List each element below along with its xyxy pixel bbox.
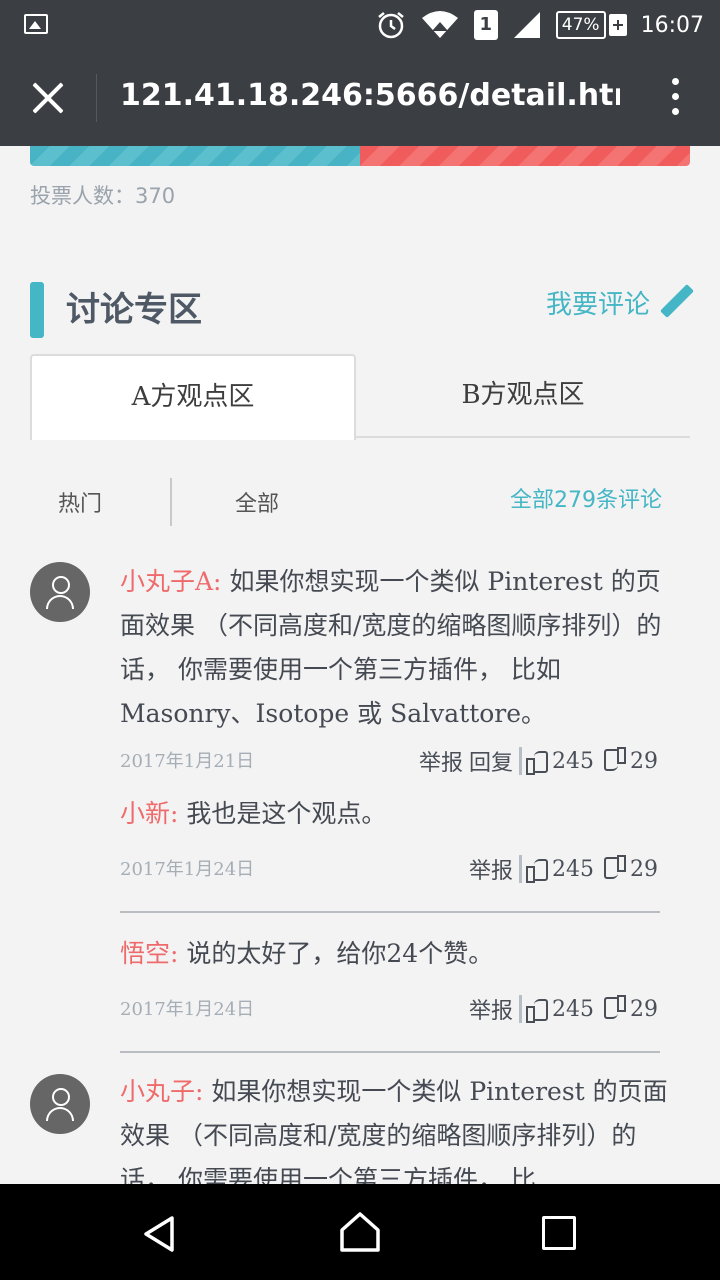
comment-text: 小丸子A: 如果你想实现一个类似 Pinterest 的页面效果 （不同高度和/…: [120, 560, 680, 736]
more-vert-icon[interactable]: [672, 78, 680, 118]
comment-author[interactable]: 悟空:: [120, 939, 178, 968]
comment-meta: 2017年1月24日 举报 245 29: [120, 853, 660, 885]
comment-date: 2017年1月24日: [120, 859, 255, 880]
filter-divider: [170, 478, 172, 526]
avatar[interactable]: [30, 1074, 90, 1134]
battery-icon: 47%: [555, 11, 627, 39]
battery-level: 47%: [555, 11, 606, 39]
vote-progress-bar: [30, 146, 690, 166]
viewpoint-tabs: A方观点区 B方观点区: [30, 354, 690, 440]
filter-all[interactable]: 全部: [235, 486, 279, 518]
comment-author[interactable]: 小丸子:: [120, 1077, 203, 1106]
filter-hot[interactable]: 热门: [58, 486, 102, 518]
reply-divider: [120, 911, 660, 913]
reply-text: 小新: 我也是这个观点。: [120, 792, 680, 836]
thumbs-up-icon[interactable]: [526, 750, 548, 775]
avatar[interactable]: [30, 562, 90, 622]
comment-body: 如果你想实现一个类似 Pinterest 的页面效果 （不同高度和/宽度的缩略图…: [120, 1077, 668, 1184]
write-comment-button[interactable]: 我要评论: [546, 284, 692, 321]
like-count: 245: [552, 748, 594, 774]
thumbs-up-icon[interactable]: [526, 998, 548, 1023]
status-bar: 1 47% 16:07: [0, 0, 720, 50]
vote-bar-b: [360, 146, 690, 166]
report-button[interactable]: 举报: [469, 853, 513, 885]
comment-meta: 2017年1月24日 举报 245 29: [120, 993, 660, 1025]
url-bar[interactable]: 121.41.18.246:5666/detail.html?...: [120, 78, 620, 113]
dislike-count: 29: [630, 996, 658, 1022]
action-divider: [519, 995, 522, 1023]
signal-icon: [513, 12, 540, 38]
report-button[interactable]: 举报: [469, 993, 513, 1025]
wifi-icon: [421, 11, 458, 38]
comment-actions: 举报 245 29: [463, 993, 660, 1025]
section-marker: [30, 282, 44, 338]
home-icon[interactable]: [338, 1210, 382, 1254]
tab-a-viewpoint[interactable]: A方观点区: [30, 354, 356, 440]
reply-button[interactable]: 回复: [469, 745, 513, 777]
voter-count: 投票人数：370: [30, 184, 176, 208]
dislike-count: 29: [630, 856, 658, 882]
clock: 16:07: [640, 12, 704, 38]
dislike-count: 29: [630, 748, 658, 774]
comment-actions: 举报 245 29: [463, 853, 660, 885]
tab-b-viewpoint[interactable]: B方观点区: [360, 354, 686, 438]
reply-divider: [120, 1051, 660, 1053]
pencil-icon: [658, 286, 692, 320]
back-icon[interactable]: [140, 1214, 180, 1254]
system-nav-bar: [0, 1184, 720, 1280]
comment-actions: 举报 回复 245 29: [413, 745, 660, 777]
vote-bar-a: [30, 146, 360, 166]
comment-author[interactable]: 小丸子A:: [120, 567, 221, 596]
gallery-icon: [24, 14, 48, 34]
thumbs-down-icon[interactable]: [604, 858, 626, 880]
action-divider: [519, 855, 522, 883]
charging-icon: [608, 14, 627, 36]
like-count: 245: [552, 856, 594, 882]
comment-date: 2017年1月24日: [120, 999, 255, 1020]
alarm-icon: [378, 12, 404, 39]
status-icons: 1 47% 16:07: [376, 8, 704, 42]
section-title: 讨论专区: [66, 290, 202, 330]
browser-toolbar: 121.41.18.246:5666/detail.html?...: [0, 50, 720, 146]
reply-text: 悟空: 说的太好了，给你24个赞。: [120, 932, 680, 976]
comment-date: 2017年1月21日: [120, 751, 255, 772]
thumbs-down-icon[interactable]: [604, 750, 626, 772]
comment-text: 小丸子: 如果你想实现一个类似 Pinterest 的页面效果 （不同高度和/宽…: [120, 1070, 680, 1184]
recent-apps-icon[interactable]: [542, 1216, 576, 1250]
like-count: 245: [552, 996, 594, 1022]
comment-body: 说的太好了，给你24个赞。: [186, 939, 494, 968]
write-comment-label: 我要评论: [545, 290, 650, 320]
action-divider: [519, 747, 522, 775]
comment-author[interactable]: 小新:: [120, 799, 178, 828]
report-button[interactable]: 举报: [419, 745, 463, 777]
thumbs-up-icon[interactable]: [526, 858, 548, 883]
close-icon[interactable]: [30, 80, 66, 116]
sim-icon: 1: [473, 10, 498, 40]
comment-meta: 2017年1月21日 举报 回复 245 29: [120, 745, 660, 777]
total-comments-link[interactable]: 全部279条评论: [510, 482, 662, 514]
comment-body: 我也是这个观点。: [186, 799, 387, 828]
toolbar-divider: [96, 74, 97, 122]
thumbs-down-icon[interactable]: [604, 998, 626, 1020]
